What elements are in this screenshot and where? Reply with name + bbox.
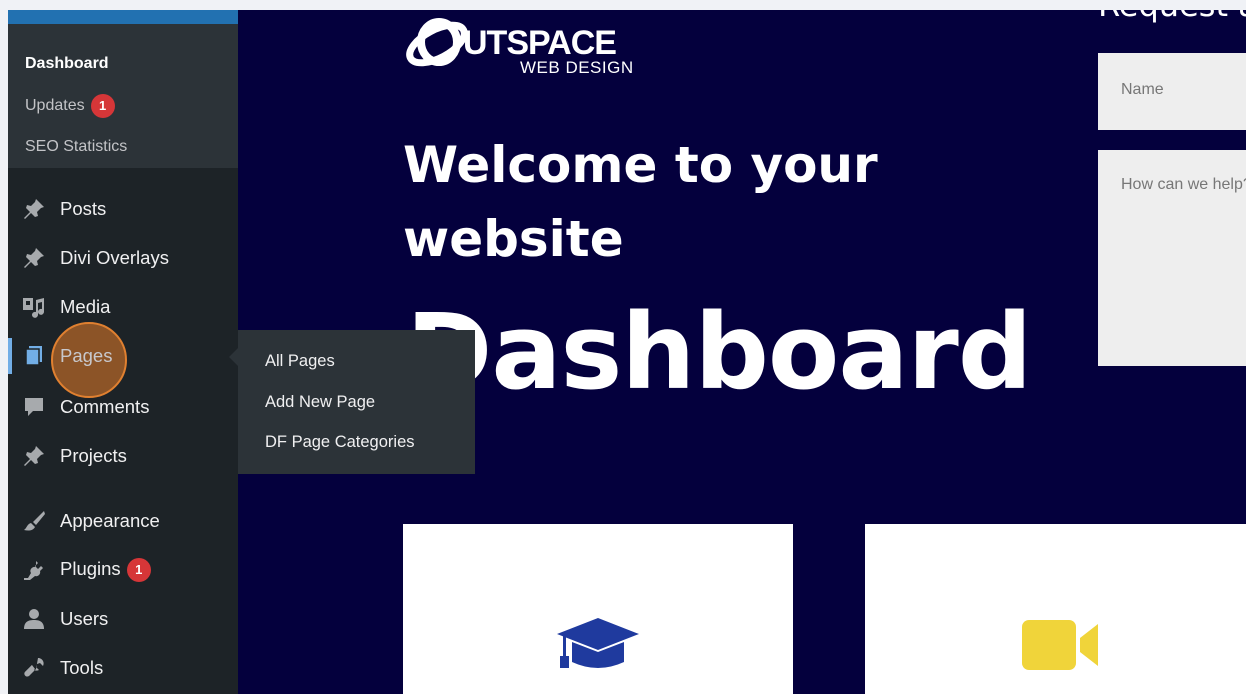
sidebar-item-media[interactable]: Media bbox=[8, 285, 238, 329]
request-heading: Request a bbox=[1098, 10, 1246, 24]
submenu-label: SEO Statistics bbox=[25, 138, 128, 155]
sidebar-item-posts[interactable]: Posts bbox=[8, 187, 238, 231]
pages-flyout-menu: All Pages Add New Page DF Page Categorie… bbox=[229, 330, 475, 474]
sidebar-item-label: Comments bbox=[60, 396, 150, 417]
sidebar-item-label: Projects bbox=[60, 445, 127, 466]
sidebar-item-projects[interactable]: Projects bbox=[8, 434, 238, 478]
sidebar-item-label: Users bbox=[60, 608, 109, 629]
video-card[interactable] bbox=[865, 524, 1246, 694]
sidebar-item-label: Plugins 1 bbox=[60, 557, 151, 583]
course-card[interactable] bbox=[403, 524, 793, 694]
submenu-item-seo-statistics[interactable]: SEO Statistics bbox=[25, 138, 127, 156]
comment-icon bbox=[22, 395, 46, 419]
flyout-item-df-page-categories[interactable]: DF Page Categories bbox=[265, 433, 415, 452]
name-field[interactable]: Name bbox=[1098, 53, 1246, 130]
pin-icon bbox=[22, 246, 46, 270]
submenu-item-dashboard[interactable]: Dashboard bbox=[25, 55, 109, 73]
submenu-item-updates[interactable]: Updates 1 bbox=[25, 94, 115, 118]
sidebar-item-label: Posts bbox=[60, 198, 107, 219]
message-field[interactable]: How can we help? bbox=[1098, 150, 1246, 366]
sidebar-item-comments[interactable]: Comments bbox=[8, 385, 238, 429]
pin-icon bbox=[22, 197, 46, 221]
brush-icon bbox=[22, 509, 46, 533]
dashboard-submenu: Dashboard Updates 1 SEO Statistics bbox=[8, 24, 238, 168]
plugin-update-badge: 1 bbox=[126, 558, 151, 583]
sidebar-item-tools[interactable]: Tools bbox=[8, 646, 238, 690]
wrench-icon bbox=[22, 656, 46, 680]
current-menu-header bbox=[8, 10, 238, 24]
page-title: Dashboard bbox=[406, 291, 1032, 413]
logo-tagline: WEB DESIGN bbox=[520, 58, 634, 77]
video-camera-icon bbox=[1022, 620, 1098, 670]
browser-viewport: UTSPACE WEB DESIGN Welcome to your websi… bbox=[8, 10, 1246, 694]
welcome-heading: Welcome to your website bbox=[403, 136, 878, 268]
sidebar-item-label: Tools bbox=[60, 657, 104, 678]
submenu-label: Dashboard bbox=[25, 55, 109, 72]
graduation-cap-icon bbox=[557, 618, 639, 668]
pages-icon bbox=[22, 344, 46, 368]
sidebar-item-divi-overlays[interactable]: Divi Overlays bbox=[8, 236, 238, 280]
pin-icon bbox=[22, 444, 46, 468]
media-icon bbox=[22, 295, 46, 319]
sidebar-item-users[interactable]: Users bbox=[8, 597, 238, 641]
flyout-item-add-new-page[interactable]: Add New Page bbox=[265, 393, 375, 412]
sidebar-item-label: Media bbox=[60, 296, 111, 317]
outspace-logo[interactable]: UTSPACE WEB DESIGN bbox=[403, 10, 663, 82]
flyout-item-all-pages[interactable]: All Pages bbox=[265, 352, 335, 371]
user-icon bbox=[22, 607, 46, 631]
sidebar-item-plugins[interactable]: Plugins 1 bbox=[8, 548, 238, 592]
plugins-label-text: Plugins bbox=[60, 557, 121, 579]
update-count-badge: 1 bbox=[90, 94, 115, 118]
sidebar-item-label: Appearance bbox=[60, 510, 160, 531]
click-indicator bbox=[51, 322, 127, 398]
sidebar-item-appearance[interactable]: Appearance bbox=[8, 499, 238, 543]
sidebar-item-label: Divi Overlays bbox=[60, 247, 169, 268]
plug-icon bbox=[22, 558, 46, 582]
submenu-label: Updates bbox=[25, 97, 85, 115]
